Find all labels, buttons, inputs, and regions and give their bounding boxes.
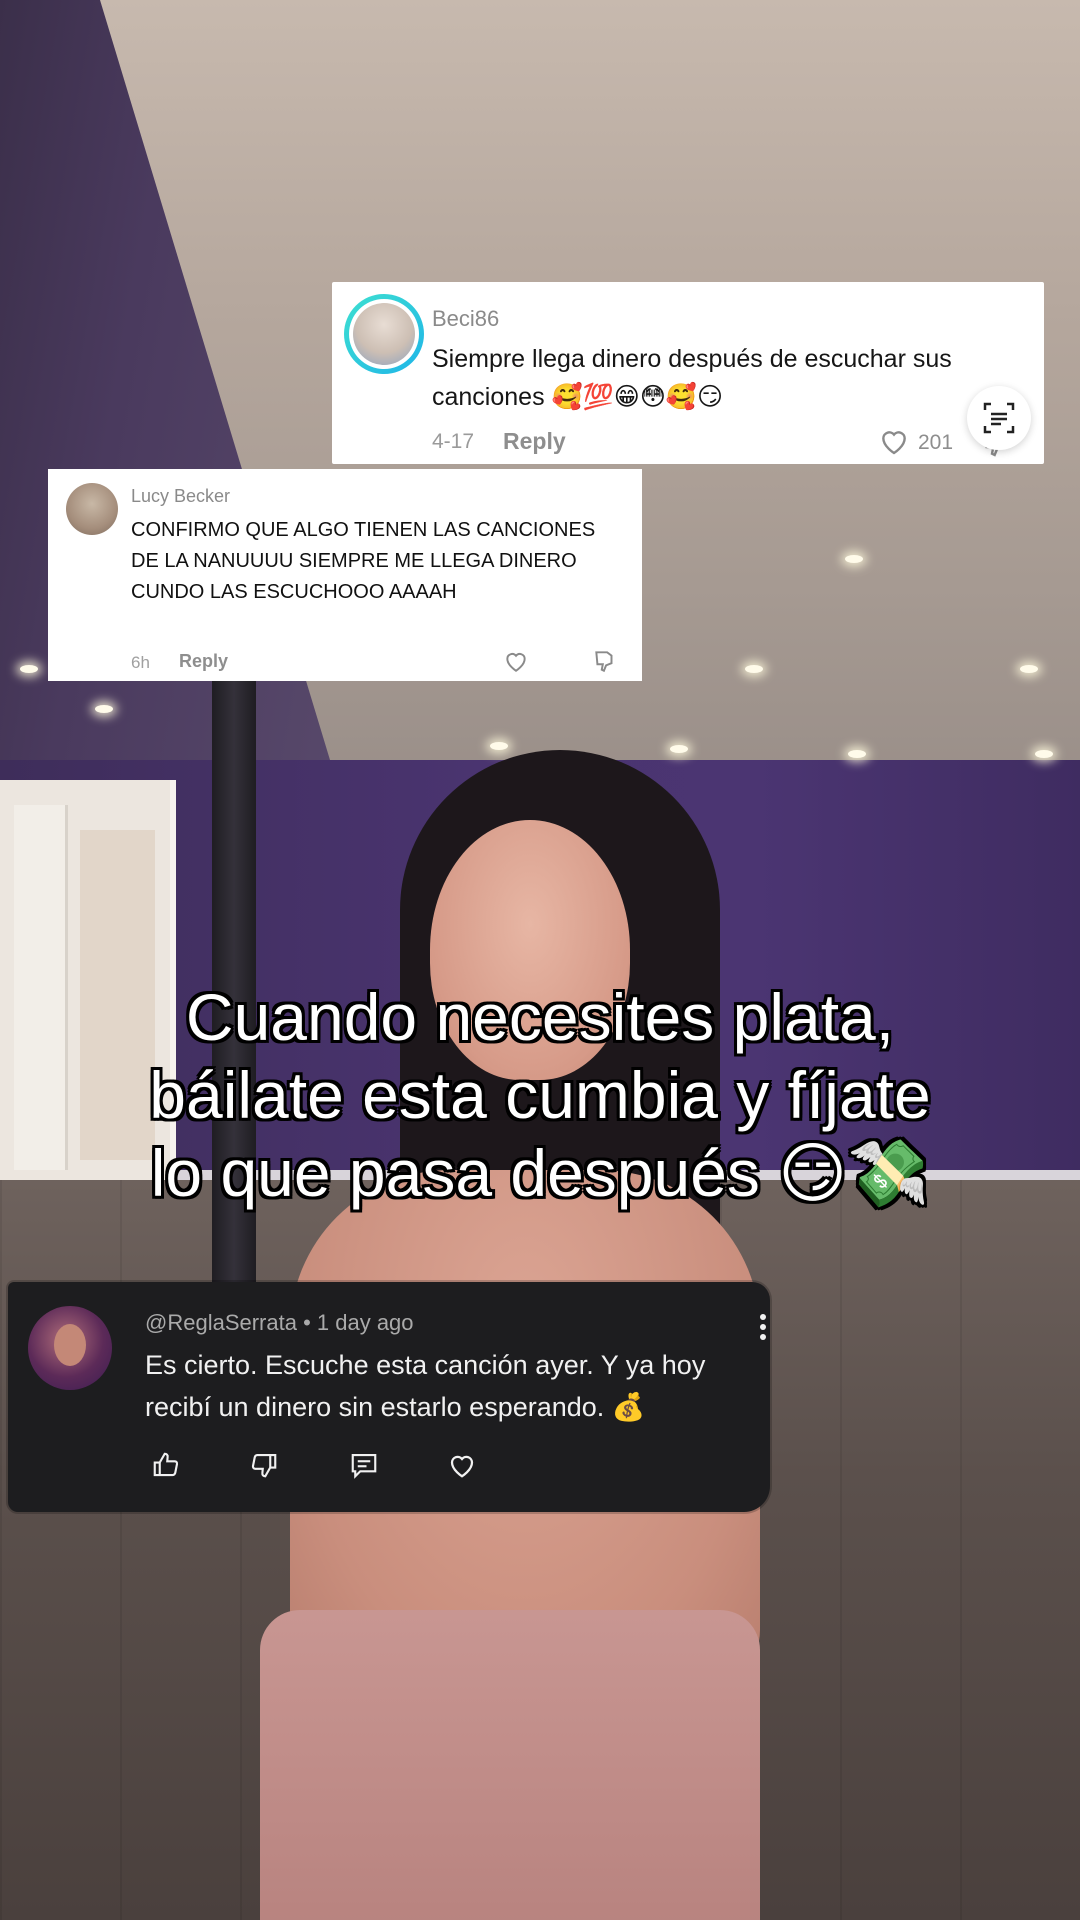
text-scan-icon[interactable] [967, 386, 1031, 450]
ceiling-light [848, 750, 866, 758]
avatar[interactable] [344, 294, 424, 374]
ceiling-light [1020, 665, 1038, 673]
comment-text: CONFIRMO QUE ALGO TIENEN LAS CANCIONES D… [131, 519, 596, 603]
avatar[interactable] [66, 483, 118, 535]
ceiling-light [95, 705, 113, 713]
more-dot [760, 1324, 766, 1330]
comment-username[interactable]: Beci86 [432, 306, 499, 332]
comment-text: Es cierto. Escuche esta canción ayer. Y … [145, 1350, 706, 1422]
thumbs-up-icon[interactable] [151, 1450, 181, 1480]
comment-date: 4-17 [432, 430, 475, 453]
like-count: 201 [918, 431, 954, 454]
avatar-image [353, 303, 415, 365]
more-dot [760, 1334, 766, 1340]
dislike-icon[interactable] [592, 649, 618, 673]
heart-icon[interactable] [503, 649, 529, 673]
dancer-pants [260, 1610, 760, 1920]
caption-line: Cuando necesites plata, [185, 980, 895, 1054]
heart-icon[interactable] [878, 426, 910, 456]
reply-button[interactable]: Reply [503, 428, 566, 455]
comment-username[interactable]: Lucy Becker [131, 486, 230, 507]
comment-card-regla: @ReglaSerrata • 1 day ago Es cierto. Esc… [8, 1282, 770, 1512]
avatar-face [54, 1324, 86, 1366]
heart-icon[interactable] [447, 1450, 477, 1480]
ceiling-light [745, 665, 763, 673]
comment-header[interactable]: @ReglaSerrata • 1 day ago [145, 1310, 414, 1336]
caption-line: lo que pasa después 😏💸 [150, 1136, 930, 1210]
ceiling-light [20, 665, 38, 673]
ceiling-light [1035, 750, 1053, 758]
more-icon[interactable] [760, 1314, 768, 1344]
comment-card-lucy: Lucy Becker CONFIRMO QUE ALGO TIENEN LAS… [48, 469, 642, 681]
comment-time: 6h [131, 653, 150, 672]
thumbs-down-icon[interactable] [249, 1450, 279, 1480]
reply-button[interactable]: Reply [179, 651, 228, 672]
reply-icon[interactable] [349, 1450, 379, 1480]
comment-text: Siempre llega dinero después de escuchar… [432, 345, 952, 411]
more-dot [760, 1314, 766, 1320]
comment-card-beci: Beci86 Siempre llega dinero después de e… [332, 282, 1044, 464]
caption-line: báilate esta cumbia y fíjate [149, 1058, 931, 1132]
avatar[interactable] [28, 1306, 112, 1390]
ceiling-light [845, 555, 863, 563]
video-caption: Cuando necesites plata, báilate esta cum… [40, 978, 1040, 1212]
